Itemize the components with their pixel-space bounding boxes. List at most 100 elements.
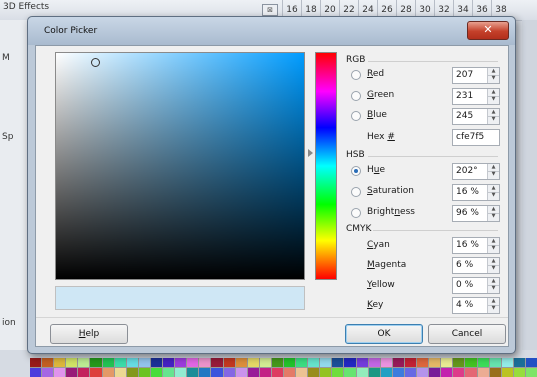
palette-swatch[interactable] xyxy=(42,368,54,377)
saturation-down-icon[interactable]: ▼ xyxy=(488,192,499,199)
green-stepper[interactable]: 231 ▲ ▼ xyxy=(452,88,500,105)
cyan-stepper[interactable]: 16 % ▲ ▼ xyxy=(452,237,500,254)
hue-slider[interactable] xyxy=(315,52,337,280)
palette-swatch[interactable] xyxy=(525,368,537,377)
palette-swatch[interactable] xyxy=(114,358,126,367)
hue-down-icon[interactable]: ▼ xyxy=(488,171,499,178)
palette-swatch[interactable] xyxy=(308,358,320,367)
palette-swatch[interactable] xyxy=(296,358,308,367)
palette-swatch[interactable] xyxy=(296,368,308,377)
palette-swatch[interactable] xyxy=(199,368,211,377)
color-cursor-icon[interactable] xyxy=(91,58,100,67)
palette-swatch[interactable] xyxy=(30,358,42,367)
palette-swatch[interactable] xyxy=(247,358,259,367)
key-stepper[interactable]: 4 % ▲ ▼ xyxy=(452,297,500,314)
red-radio[interactable] xyxy=(351,70,361,80)
palette-swatch[interactable] xyxy=(114,368,126,377)
palette-swatch[interactable] xyxy=(199,358,211,367)
palette-swatch[interactable] xyxy=(54,368,66,377)
palette-swatch[interactable] xyxy=(259,368,271,377)
palette-swatch[interactable] xyxy=(138,368,150,377)
palette-swatch[interactable] xyxy=(368,368,380,377)
palette-swatch[interactable] xyxy=(429,358,441,367)
palette-swatch[interactable] xyxy=(380,358,392,367)
palette-swatch[interactable] xyxy=(344,358,356,367)
palette-swatch[interactable] xyxy=(271,368,283,377)
cancel-button[interactable]: Cancel xyxy=(428,324,506,344)
background-collapse-icon[interactable]: ⊠ xyxy=(262,4,278,16)
palette-swatch[interactable] xyxy=(356,358,368,367)
hue-stepper[interactable]: 202° ▲ ▼ xyxy=(452,163,500,180)
palette-swatch[interactable] xyxy=(465,358,477,367)
palette-swatch[interactable] xyxy=(380,368,392,377)
palette-swatch[interactable] xyxy=(30,368,42,377)
palette-swatch[interactable] xyxy=(320,358,332,367)
yellow-down-icon[interactable]: ▼ xyxy=(488,285,499,292)
palette-swatch[interactable] xyxy=(175,368,187,377)
palette-swatch[interactable] xyxy=(477,368,489,377)
palette-swatch[interactable] xyxy=(283,368,296,377)
red-stepper[interactable]: 207 ▲ ▼ xyxy=(452,67,500,84)
palette-swatch[interactable] xyxy=(102,358,114,367)
brightness-down-icon[interactable]: ▼ xyxy=(488,213,499,220)
palette-swatch[interactable] xyxy=(392,368,404,377)
palette-swatch[interactable] xyxy=(392,358,404,367)
palette-swatch[interactable] xyxy=(489,358,501,367)
blue-radio[interactable] xyxy=(351,111,361,121)
key-down-icon[interactable]: ▼ xyxy=(488,305,499,312)
palette-swatch[interactable] xyxy=(271,358,283,367)
palette-swatch[interactable] xyxy=(54,358,66,367)
palette-swatch[interactable] xyxy=(465,368,477,377)
palette-swatch[interactable] xyxy=(417,368,429,377)
palette-swatch[interactable] xyxy=(235,358,247,367)
palette-swatch[interactable] xyxy=(525,358,537,367)
palette-swatch[interactable] xyxy=(223,368,235,377)
palette-swatch[interactable] xyxy=(404,358,417,367)
palette-swatch[interactable] xyxy=(344,368,356,377)
palette-swatch[interactable] xyxy=(126,358,138,367)
palette-swatch[interactable] xyxy=(441,358,453,367)
palette-swatch[interactable] xyxy=(235,368,247,377)
palette-swatch[interactable] xyxy=(247,368,259,377)
brightness-stepper[interactable]: 96 % ▲ ▼ xyxy=(452,205,500,222)
ok-button[interactable]: OK xyxy=(345,324,423,344)
palette-swatch[interactable] xyxy=(501,368,513,377)
palette-swatch[interactable] xyxy=(513,368,525,377)
palette-swatch[interactable] xyxy=(513,358,525,367)
dialog-titlebar[interactable]: Color Picker ✕ xyxy=(28,17,515,45)
palette-swatch[interactable] xyxy=(368,358,380,367)
palette-swatch[interactable] xyxy=(417,358,429,367)
saturation-radio[interactable] xyxy=(351,187,361,197)
palette-swatch[interactable] xyxy=(223,358,235,367)
palette-swatch[interactable] xyxy=(211,358,223,367)
palette-swatch[interactable] xyxy=(175,358,187,367)
help-button[interactable]: Help xyxy=(50,324,128,344)
palette-swatch[interactable] xyxy=(211,368,223,377)
palette-swatch[interactable] xyxy=(404,368,417,377)
palette-swatch[interactable] xyxy=(42,358,54,367)
palette-swatch[interactable] xyxy=(90,358,102,367)
palette-swatch[interactable] xyxy=(453,358,465,367)
palette-swatch[interactable] xyxy=(138,358,150,367)
blue-stepper[interactable]: 245 ▲ ▼ xyxy=(452,108,500,125)
palette-swatch[interactable] xyxy=(283,358,296,367)
palette-swatch[interactable] xyxy=(163,358,175,367)
red-down-icon[interactable]: ▼ xyxy=(488,75,499,82)
palette-swatch[interactable] xyxy=(429,368,441,377)
palette-swatch[interactable] xyxy=(66,368,78,377)
palette-swatch[interactable] xyxy=(441,368,453,377)
palette-swatch[interactable] xyxy=(332,358,344,367)
palette-swatch[interactable] xyxy=(163,368,175,377)
palette-swatch[interactable] xyxy=(356,368,368,377)
palette-swatch[interactable] xyxy=(78,368,90,377)
palette-swatch[interactable] xyxy=(102,368,114,377)
blue-down-icon[interactable]: ▼ xyxy=(488,116,499,123)
saturation-stepper[interactable]: 16 % ▲ ▼ xyxy=(452,184,500,201)
cyan-down-icon[interactable]: ▼ xyxy=(488,245,499,252)
close-button[interactable]: ✕ xyxy=(467,21,509,40)
saturation-brightness-field[interactable] xyxy=(55,52,305,280)
palette-swatch[interactable] xyxy=(308,368,320,377)
hue-marker-icon[interactable] xyxy=(308,149,313,157)
palette-swatch[interactable] xyxy=(477,358,489,367)
palette-swatch[interactable] xyxy=(150,368,163,377)
